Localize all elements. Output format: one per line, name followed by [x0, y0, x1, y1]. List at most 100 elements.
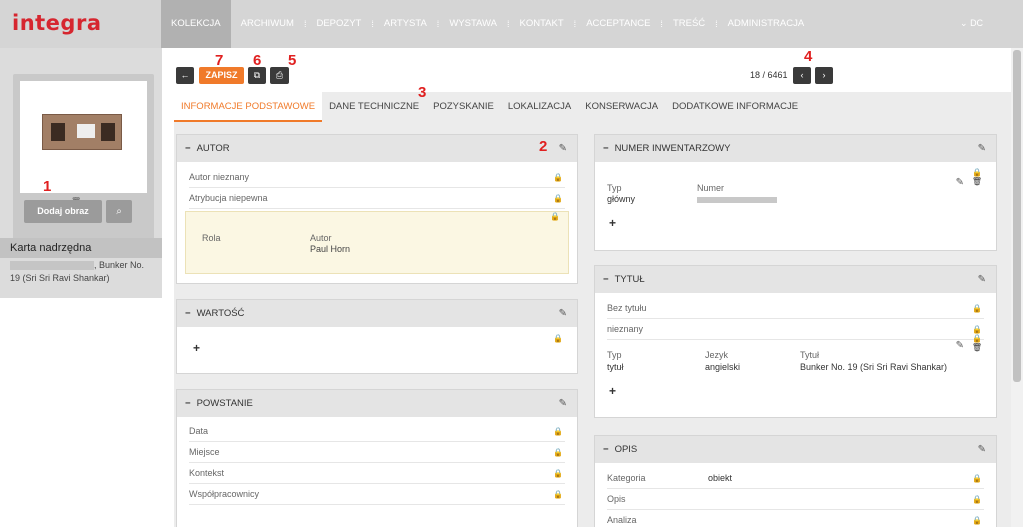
parent-card-text[interactable]: , Bunker No. 19 (Sri Sri Ravi Shankar): [10, 259, 150, 285]
field-label: Analiza: [607, 515, 637, 525]
artwork-detail: [51, 123, 65, 141]
type-label: Typ: [607, 350, 622, 360]
add-value-icon[interactable]: +: [193, 341, 200, 355]
scrollbar-thumb[interactable]: [1013, 50, 1021, 382]
collapse-icon[interactable]: −: [185, 398, 191, 409]
edit-icon[interactable]: ✎: [559, 300, 567, 327]
edit-icon[interactable]: ✎: [559, 390, 567, 417]
back-button[interactable]: ←: [176, 67, 194, 84]
edit-row-icon[interactable]: ✎: [956, 340, 964, 351]
chevron-right-icon: ›: [822, 70, 826, 80]
object-thumbnail[interactable]: [20, 81, 147, 193]
nav-item-artysta[interactable]: ARTYSTA: [374, 0, 437, 48]
print-button[interactable]: ⎙: [270, 67, 289, 84]
panel-header[interactable]: − WARTOŚĆ ✎: [177, 300, 577, 327]
search-image-button[interactable]: ⌕: [106, 200, 132, 223]
edit-icon[interactable]: ✎: [978, 436, 986, 463]
annotation-marker: 7: [215, 52, 224, 69]
type-value: główny: [607, 194, 636, 204]
field-label: Bez tytułu: [607, 303, 647, 313]
field-row[interactable]: Kontekst 🔒: [189, 463, 565, 484]
main-menu: KOLEKCJA ARCHIWUM ⁞ DEPOZYT ⁞ ARTYSTA ⁞ …: [161, 0, 814, 48]
logo[interactable]: integra: [12, 11, 102, 35]
collapse-icon[interactable]: −: [603, 274, 609, 285]
field-row[interactable]: Miejsce 🔒: [189, 442, 565, 463]
nav-item-archiwum[interactable]: ARCHIWUM: [231, 0, 304, 48]
trash-icon[interactable]: 🗑: [972, 177, 982, 186]
panel-header[interactable]: − AUTOR 2 ✎: [177, 135, 577, 162]
tab-lokalizacja[interactable]: LOKALIZACJA: [501, 92, 578, 122]
nav-item-tresc[interactable]: TREŚĆ: [663, 0, 715, 48]
role-label: Rola: [202, 233, 221, 243]
tab-dodatkowe-informacje[interactable]: DODATKOWE INFORMACJE: [665, 92, 805, 122]
edit-row-icon[interactable]: ✎: [956, 177, 964, 188]
panel-header[interactable]: − NUMER INWENTARZOWY ✎: [595, 135, 996, 162]
lock-icon[interactable]: 🔒: [553, 334, 563, 343]
panel-wartosc: − WARTOŚĆ ✎ 🔒 +: [176, 299, 578, 374]
next-record-button[interactable]: ›: [815, 67, 833, 84]
lock-icon[interactable]: 🔒: [972, 334, 982, 343]
annotation-marker: 6: [253, 52, 262, 69]
nav-item-kontakt[interactable]: KONTAKT: [510, 0, 574, 48]
copy-button[interactable]: ⧉: [248, 67, 266, 84]
add-number-icon[interactable]: +: [609, 216, 616, 230]
object-sidebar: 🗑 ● 1 Dodaj obraz ⌕ Karta nadrzędna , Bu…: [0, 48, 165, 298]
author-label: Autor: [310, 233, 332, 243]
collapse-icon[interactable]: −: [603, 444, 609, 455]
lock-icon[interactable]: 🔒: [553, 463, 563, 484]
edit-icon[interactable]: ✎: [978, 266, 986, 293]
field-row[interactable]: Analiza 🔒: [607, 510, 984, 527]
lock-icon[interactable]: 🔒: [972, 510, 982, 527]
nav-item-wystawa[interactable]: WYSTAWA: [439, 0, 507, 48]
user-menu[interactable]: ⌄ DC: [960, 18, 983, 29]
nav-item-acceptance[interactable]: ACCEPTANCE: [576, 0, 660, 48]
panel-title: OPIS: [614, 444, 638, 455]
field-row[interactable]: Kategoria obiekt 🔒: [607, 468, 984, 489]
collapse-icon[interactable]: −: [185, 308, 191, 319]
lock-icon[interactable]: 🔒: [553, 167, 563, 188]
lock-icon[interactable]: 🔒: [550, 212, 560, 221]
tab-dane-techniczne[interactable]: DANE TECHNICZNE: [322, 92, 426, 122]
trash-icon[interactable]: 🗑: [972, 343, 982, 352]
field-row[interactable]: Opis 🔒: [607, 489, 984, 510]
collapse-icon[interactable]: −: [603, 143, 609, 154]
edit-icon[interactable]: ✎: [559, 135, 567, 162]
author-entry[interactable]: 🔒 Rola Autor Paul Horn: [185, 211, 569, 274]
annotation-marker: 5: [288, 52, 297, 69]
panel-autor: − AUTOR 2 ✎ Autor nieznany 🔒 Atrybucja nie…: [176, 134, 578, 284]
parent-card-line1: , Bunker No.: [94, 260, 145, 270]
field-label: Opis: [607, 494, 626, 504]
lock-icon[interactable]: 🔒: [553, 421, 563, 442]
add-image-button[interactable]: Dodaj obraz: [24, 200, 102, 223]
lock-icon[interactable]: 🔒: [553, 442, 563, 463]
field-row[interactable]: nieznany 🔒: [607, 319, 984, 340]
lock-icon[interactable]: 🔒: [972, 168, 982, 177]
tab-konserwacja[interactable]: KONSERWACJA: [578, 92, 665, 122]
field-row[interactable]: Autor nieznany 🔒: [189, 167, 565, 188]
tab-pozyskanie[interactable]: POZYSKANIE: [426, 92, 501, 122]
field-row[interactable]: Atrybucja niepewna 🔒: [189, 188, 565, 209]
number-label: Numer: [697, 183, 725, 193]
previous-record-button[interactable]: ‹: [793, 67, 811, 84]
edit-icon[interactable]: ✎: [978, 135, 986, 162]
field-row[interactable]: Bez tytułu 🔒: [607, 298, 984, 319]
panel-header[interactable]: − POWSTANIE ✎: [177, 390, 577, 417]
page-scrollbar[interactable]: [1011, 48, 1023, 527]
add-title-icon[interactable]: +: [609, 384, 616, 398]
panel-header[interactable]: − OPIS ✎: [595, 436, 996, 463]
lock-icon[interactable]: 🔒: [972, 489, 982, 510]
nav-item-administracja[interactable]: ADMINISTRACJA: [718, 0, 815, 48]
nav-item-kolekcja[interactable]: KOLEKCJA: [161, 0, 231, 48]
lock-icon[interactable]: 🔒: [972, 298, 982, 319]
panel-header[interactable]: − TYTUŁ ✎: [595, 266, 996, 293]
panel-numer-inwentarzowy: − NUMER INWENTARZOWY ✎ Typ główny Numer ✎…: [594, 134, 997, 251]
lock-icon[interactable]: 🔒: [553, 188, 563, 209]
field-row[interactable]: Data 🔒: [189, 421, 565, 442]
lock-icon[interactable]: 🔒: [972, 468, 982, 489]
tab-informacje-podstawowe[interactable]: INFORMACJE PODSTAWOWE: [174, 92, 323, 122]
field-row[interactable]: Współpracownicy 🔒: [189, 484, 565, 505]
lock-icon[interactable]: 🔒: [553, 484, 563, 505]
nav-item-depozyt[interactable]: DEPOZYT: [306, 0, 371, 48]
save-button[interactable]: ZAPISZ: [199, 67, 244, 84]
collapse-icon[interactable]: −: [185, 143, 191, 154]
